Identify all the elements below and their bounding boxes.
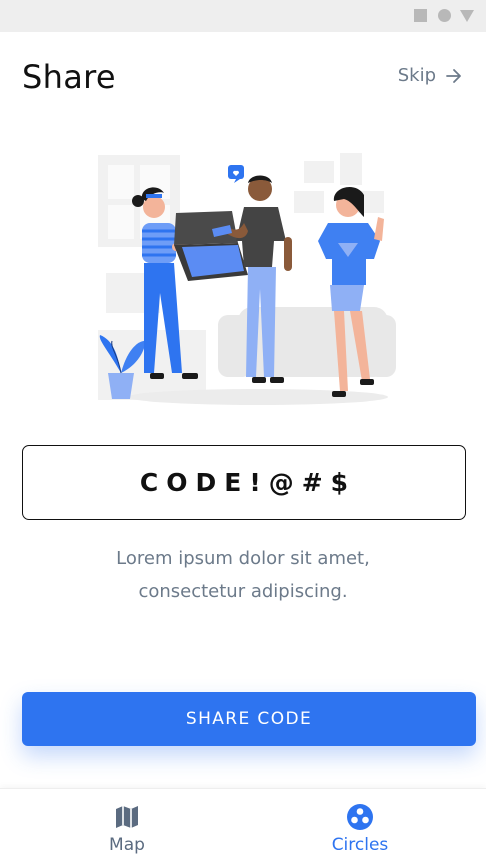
share-code-label: SHARE CODE (185, 709, 313, 729)
people-sharing-pizza-illustration (98, 153, 396, 405)
share-code-button[interactable]: SHARE CODE (22, 692, 476, 746)
arrow-right-icon (446, 68, 461, 83)
status-square-icon (414, 9, 427, 22)
page-title: Share (22, 58, 116, 96)
circles-icon (347, 804, 373, 830)
nav-item-map[interactable]: Map (72, 803, 182, 855)
nav-label-circles: Circles (331, 835, 389, 855)
share-code-box[interactable]: CODE!@#$ (22, 445, 466, 520)
nav-label-map: Map (109, 835, 145, 855)
map-icon (116, 806, 138, 828)
description-line-1: Lorem ipsum dolor sit amet, (116, 548, 370, 569)
status-triangle-icon (460, 10, 474, 22)
nav-item-circles[interactable]: Circles (305, 803, 415, 855)
description-line-2: consectetur adipiscing. (138, 581, 348, 602)
skip-label: Skip (397, 65, 436, 86)
status-circle-icon (438, 9, 451, 22)
share-code-value: CODE!@#$ (139, 468, 357, 497)
skip-button[interactable]: Skip (398, 65, 464, 86)
description: Lorem ipsum dolor sit amet, consectetur … (0, 542, 486, 608)
status-bar (0, 0, 486, 32)
bottom-nav: Map Circles (0, 788, 486, 865)
